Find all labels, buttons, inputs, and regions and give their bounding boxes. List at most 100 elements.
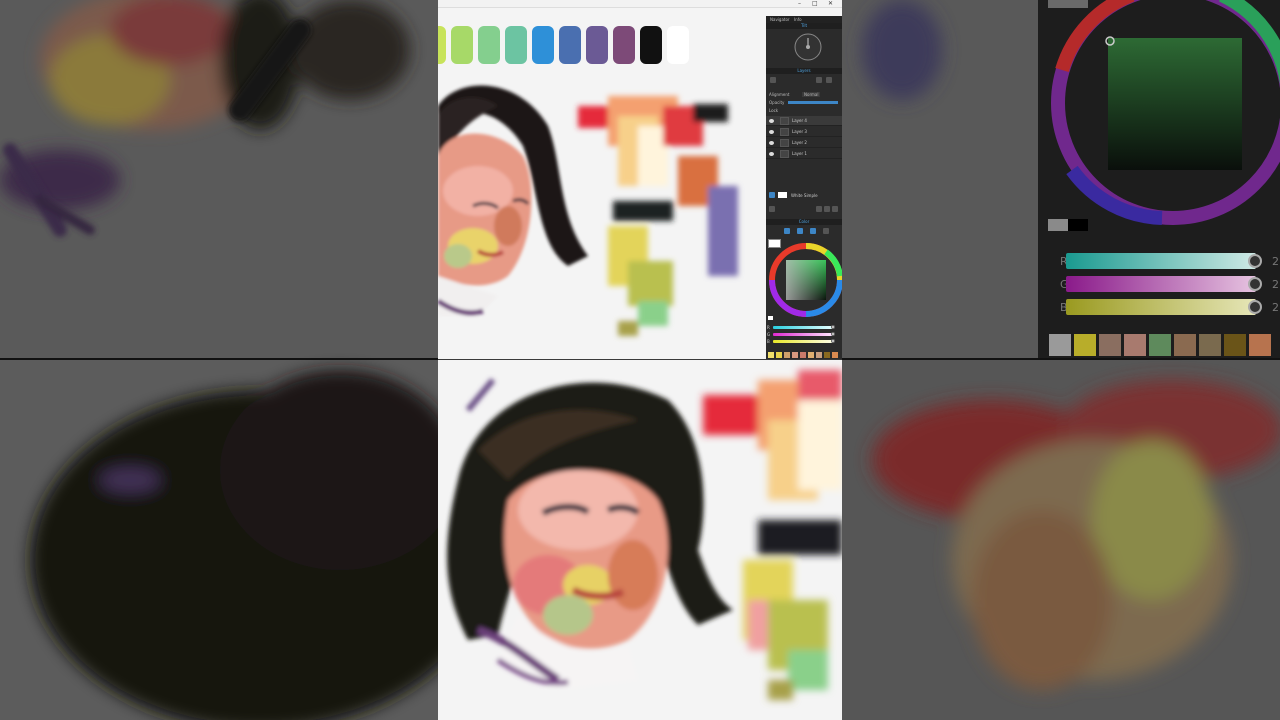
layer-thumbnail: [780, 117, 789, 125]
layer-delete-icon[interactable]: [769, 206, 775, 212]
eye-icon[interactable]: [769, 152, 774, 156]
right-channel-value-b: 2: [1272, 301, 1279, 314]
layer-list: Layer 4 Layer 3 Layer 2 Layer 1: [766, 116, 842, 160]
video-frame: R G B 2 2 2 – □ ✕ Navigator Info Tilt La…: [0, 0, 1280, 720]
channel-label-b: B: [767, 339, 770, 344]
color-header: Color: [766, 219, 842, 225]
layer-name: Layer 1: [792, 151, 807, 156]
color-swatch[interactable]: [776, 352, 782, 358]
color-slider-r[interactable]: [773, 325, 835, 329]
color-swatch[interactable]: [816, 352, 822, 358]
palette-stroke: [667, 26, 689, 64]
color-swatch[interactable]: [824, 352, 830, 358]
right-channel-value-r: 2: [1272, 255, 1279, 268]
color-wheel[interactable]: [766, 238, 842, 320]
palette-stroke: [532, 26, 554, 64]
right-blurred-background: R G B 2 2 2: [842, 0, 1280, 720]
previous-color-swatch[interactable]: [768, 316, 773, 320]
channel-label-r: R: [767, 325, 770, 330]
right-slider-g-knob: [1248, 277, 1262, 291]
drawing-canvas[interactable]: [438, 16, 766, 359]
right-channel-value-g: 2: [1272, 278, 1279, 291]
palette-stroke: [559, 26, 581, 64]
right-slider-r-knob: [1248, 254, 1262, 268]
canvas-painting: [438, 26, 738, 336]
color-swatch[interactable]: [832, 352, 838, 358]
right-slider-b-knob: [1248, 300, 1262, 314]
navigator-tabbar: Navigator Info: [766, 16, 842, 23]
layer-options-icon[interactable]: [816, 77, 822, 83]
right-swatch: [1224, 334, 1246, 356]
palette-stroke: [478, 26, 500, 64]
layer-row[interactable]: Layer 3: [766, 127, 842, 137]
channel-label-g: G: [767, 332, 771, 337]
right-side-panel: Navigator Info Tilt Layers Alignment Nor…: [766, 16, 842, 359]
paper-swatch[interactable]: [778, 192, 787, 198]
right-slider-b: [1066, 299, 1256, 315]
palette-stroke: [438, 26, 446, 64]
color-swatch[interactable]: [808, 352, 814, 358]
left-background-painting: [0, 0, 438, 720]
layer-thumbnail: [780, 150, 789, 158]
right-swatch: [1199, 334, 1221, 356]
layer-thumbnail: [780, 139, 789, 147]
lock-label: Lock: [769, 108, 779, 113]
layer-new-icon[interactable]: [824, 206, 830, 212]
tab-info[interactable]: Info: [794, 17, 802, 22]
palette-stroke: [640, 26, 662, 64]
color-slider-mode-button[interactable]: [810, 228, 816, 234]
layer-more-icon[interactable]: [826, 77, 832, 83]
color-swatch[interactable]: [768, 352, 774, 358]
layers-header: Layers: [766, 68, 842, 74]
eye-icon[interactable]: [769, 141, 774, 145]
center-video-column: – □ ✕ Navigator Info Tilt Layers Alignme…: [438, 0, 842, 720]
layer-name: Layer 2: [792, 140, 807, 145]
layer-add-icon[interactable]: [770, 77, 776, 83]
zoomed-canvas-view: [438, 360, 842, 720]
alignment-label: Alignment: [769, 92, 790, 97]
right-slider-r: [1066, 253, 1256, 269]
right-swatch: [1174, 334, 1196, 356]
palette-stroke: [586, 26, 608, 64]
app-screen-capture: – □ ✕ Navigator Info Tilt Layers Alignme…: [438, 0, 842, 359]
palette-stroke-row: [438, 26, 689, 64]
color-slider-g[interactable]: [773, 332, 835, 336]
right-swatch: [1149, 334, 1171, 356]
layer-row[interactable]: Layer 4: [766, 116, 842, 126]
window-titlebar: – □ ✕: [438, 0, 842, 8]
maximize-icon[interactable]: □: [812, 0, 818, 7]
opacity-slider[interactable]: [788, 101, 838, 104]
palette-stroke: [451, 26, 473, 64]
paper-icon[interactable]: [769, 192, 775, 198]
layer-name: Layer 4: [792, 118, 807, 123]
layer-thumbnail: [780, 128, 789, 136]
zoomed-painting: [447, 370, 842, 700]
layer-name: Layer 3: [792, 129, 807, 134]
tab-navigator[interactable]: Navigator: [770, 17, 790, 22]
right-swatch: [1249, 334, 1271, 356]
eye-icon[interactable]: [769, 119, 774, 123]
right-swatch: [1074, 334, 1096, 356]
opacity-label: Opacity: [769, 100, 785, 105]
layer-clear-icon[interactable]: [832, 206, 838, 212]
color-slider-b[interactable]: [773, 339, 835, 343]
color-square-mode-button[interactable]: [797, 228, 803, 234]
layer-row[interactable]: Layer 1: [766, 149, 842, 159]
color-swatch[interactable]: [784, 352, 790, 358]
palette-stroke: [613, 26, 635, 64]
eye-icon[interactable]: [769, 130, 774, 134]
layer-group-icon[interactable]: [816, 206, 822, 212]
minimize-icon[interactable]: –: [798, 0, 801, 7]
color-swatch[interactable]: [792, 352, 798, 358]
right-swatch: [1124, 334, 1146, 356]
layer-row[interactable]: Layer 2: [766, 138, 842, 148]
right-slider-g: [1066, 276, 1256, 292]
navigator-preview: [794, 33, 822, 61]
color-swatch[interactable]: [800, 352, 806, 358]
color-wheel-mode-button[interactable]: [784, 228, 790, 234]
color-palette-mode-button[interactable]: [823, 228, 829, 234]
paper-label: White Simple: [791, 193, 818, 198]
blend-mode-select[interactable]: Normal: [802, 92, 821, 97]
left-blurred-background: [0, 0, 438, 720]
close-icon[interactable]: ✕: [828, 0, 833, 7]
